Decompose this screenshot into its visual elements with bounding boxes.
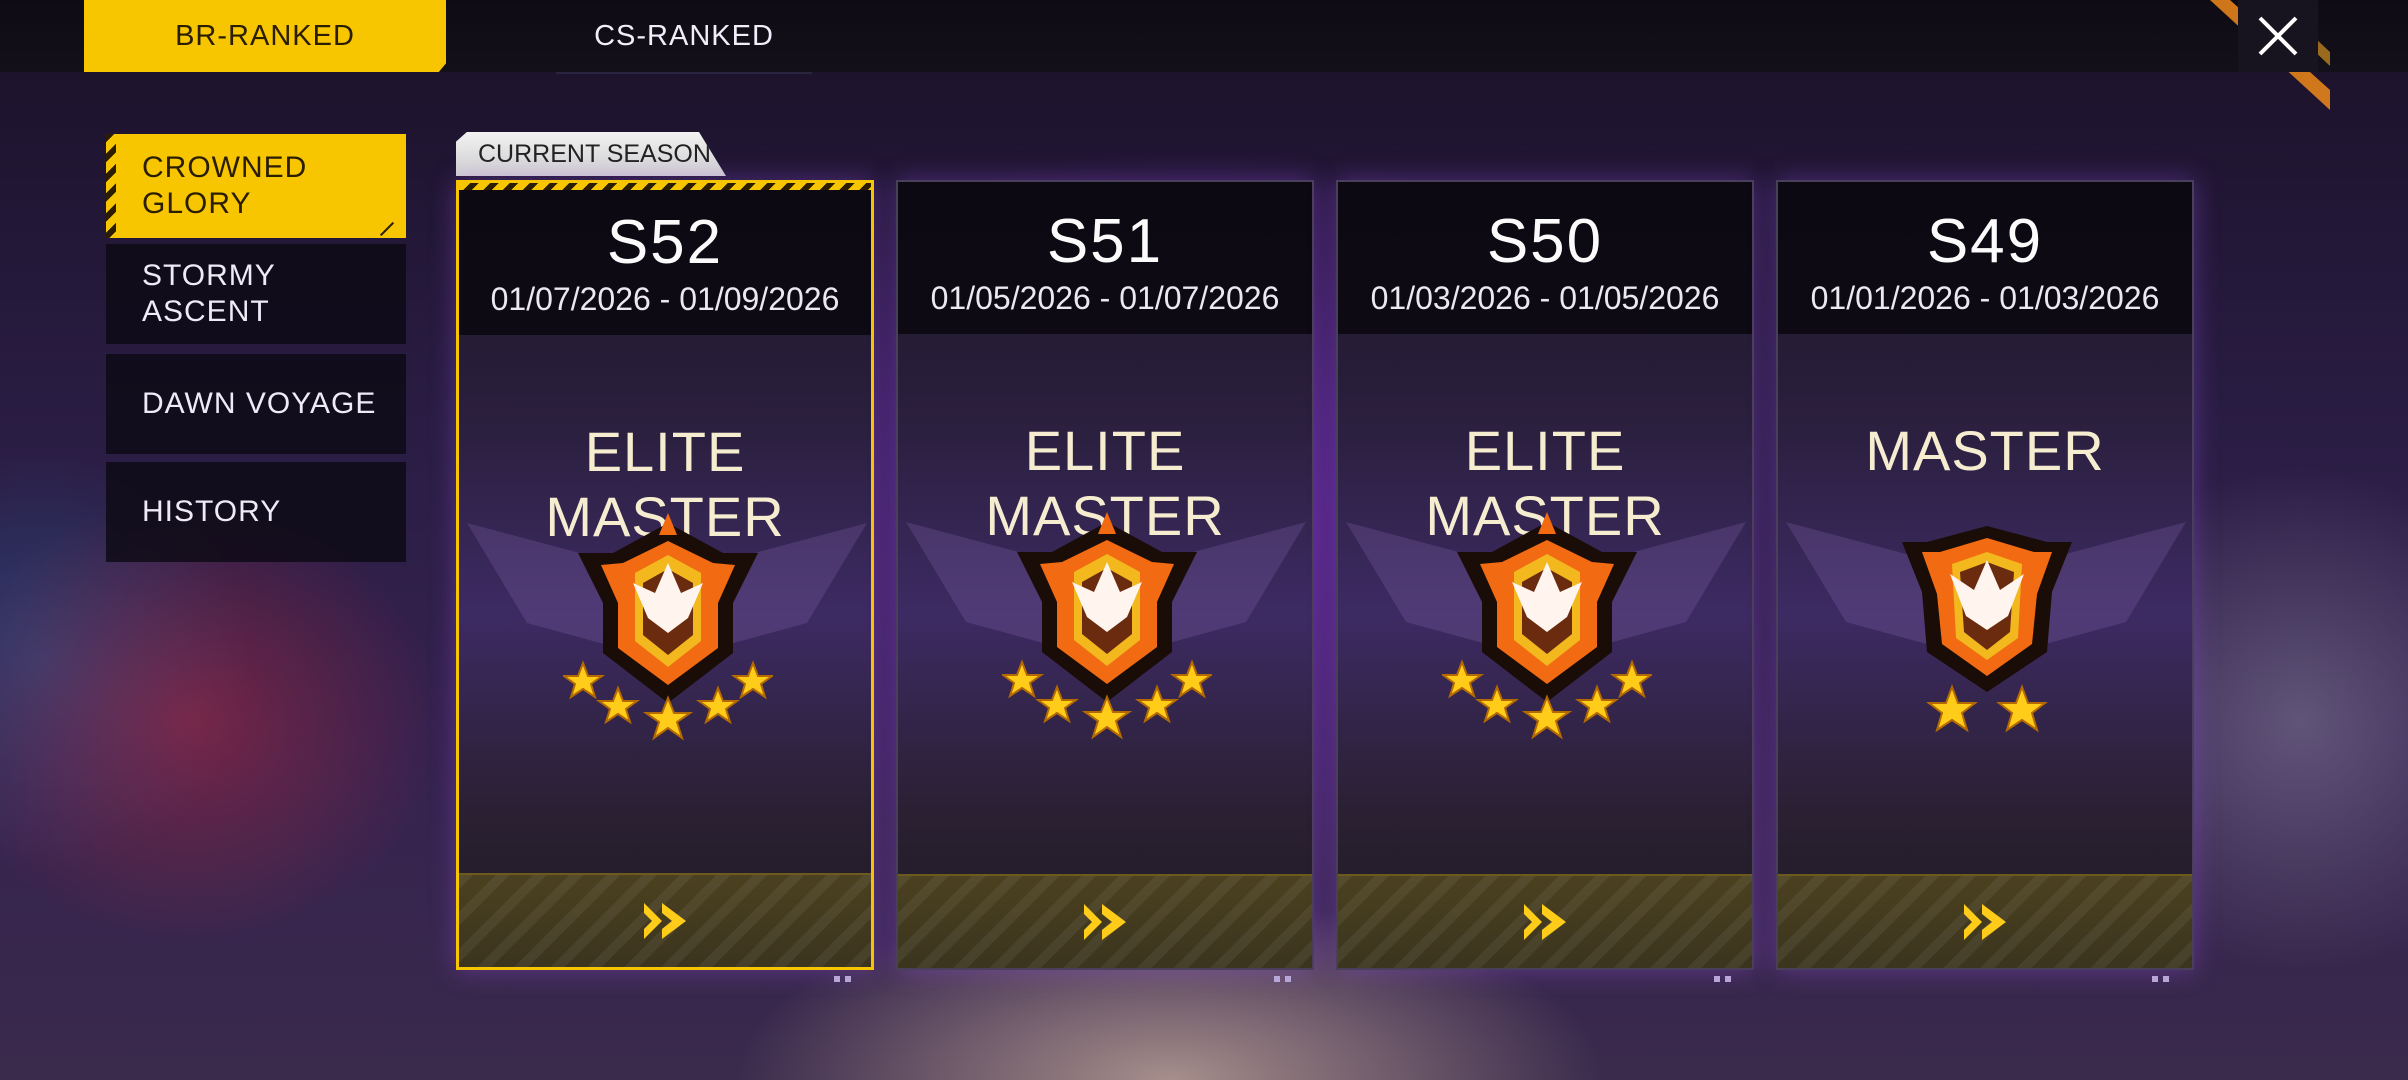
sidebar-item-dawn-voyage[interactable]: DAWN VOYAGE bbox=[106, 354, 406, 454]
card-dots-decoration bbox=[1714, 976, 1731, 982]
card-details-button[interactable] bbox=[898, 874, 1312, 968]
card-dots-decoration bbox=[2152, 976, 2169, 982]
card-dots-decoration bbox=[1274, 976, 1291, 982]
season-card-s52[interactable]: S52 01/07/2026 - 01/09/2026 ELITE MASTER bbox=[456, 180, 874, 970]
double-chevron-right-icon bbox=[1084, 904, 1126, 940]
tab-cs-ranked[interactable]: CS-RANKED bbox=[556, 0, 812, 74]
season-number: S51 bbox=[1046, 207, 1164, 276]
season-dates: 01/01/2026 - 01/03/2026 bbox=[1810, 280, 2160, 316]
current-season-tag: CURRENT SEASON bbox=[456, 132, 726, 176]
card-details-button[interactable] bbox=[1338, 874, 1752, 968]
double-chevron-right-icon bbox=[1524, 904, 1566, 940]
close-button[interactable] bbox=[2238, 0, 2318, 72]
elite-master-badge-icon bbox=[563, 513, 773, 741]
season-card-s49[interactable]: S49 01/01/2026 - 01/03/2026 MASTER bbox=[1776, 180, 2194, 970]
season-dates: 01/07/2026 - 01/09/2026 bbox=[490, 281, 840, 317]
season-card-s50[interactable]: S50 01/03/2026 - 01/05/2026 ELITE MASTER bbox=[1336, 180, 1754, 970]
double-chevron-right-icon bbox=[1964, 904, 2006, 940]
sidebar-item-crowned-glory[interactable]: CROWNED GLORY bbox=[106, 134, 406, 238]
elite-master-badge-icon bbox=[1442, 512, 1652, 740]
season-dates: 01/05/2026 - 01/07/2026 bbox=[930, 280, 1280, 316]
tab-br-ranked[interactable]: BR-RANKED bbox=[84, 0, 446, 72]
season-number: S50 bbox=[1486, 207, 1604, 276]
close-icon bbox=[2258, 16, 2298, 56]
rank-name: MASTER bbox=[1865, 419, 2105, 482]
season-number: S52 bbox=[606, 208, 724, 277]
double-chevron-right-icon bbox=[644, 903, 686, 939]
season-number: S49 bbox=[1926, 207, 2044, 276]
season-dates: 01/03/2026 - 01/05/2026 bbox=[1370, 280, 1720, 316]
elite-master-badge-icon bbox=[1002, 512, 1212, 740]
card-dots-decoration bbox=[834, 976, 851, 982]
sidebar-item-stormy-ascent[interactable]: STORMY ASCENT bbox=[106, 244, 406, 344]
season-card-s51[interactable]: S51 01/05/2026 - 01/07/2026 ELITE MASTER bbox=[896, 180, 1314, 970]
sidebar-item-history[interactable]: HISTORY bbox=[106, 462, 406, 562]
card-details-button[interactable] bbox=[459, 873, 871, 967]
card-details-button[interactable] bbox=[1778, 874, 2192, 968]
master-badge-icon bbox=[1902, 526, 2072, 733]
